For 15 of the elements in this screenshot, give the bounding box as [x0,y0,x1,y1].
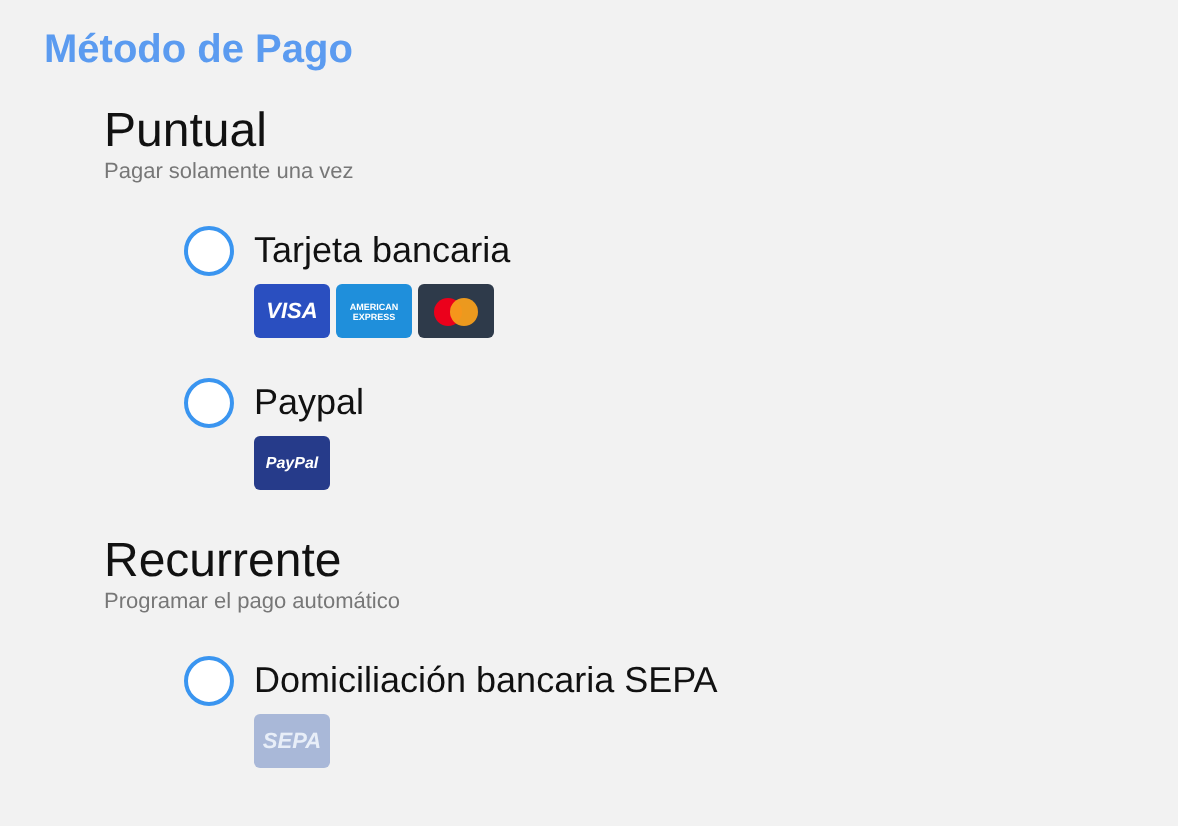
card-logo: SEPA [254,714,330,768]
section-subtitle: Pagar solamente una vez [104,160,356,186]
section-heading: Puntual [104,104,267,160]
option-label[interactable]: Tarjeta bancaria [254,230,511,272]
card-logo: VISA [254,284,330,338]
page-title: Método de Pago [44,26,355,76]
radio-button[interactable] [184,226,234,276]
option-label[interactable]: Paypal [254,382,365,424]
radio-button[interactable] [184,656,234,706]
section-heading: Recurrente [104,534,342,590]
option-label[interactable]: Domiciliación bancaria SEPA [254,660,718,702]
card-logo: PayPal [254,436,330,490]
radio-button[interactable] [184,378,234,428]
section-subtitle: Programar el pago automático [104,590,402,616]
card-logo-icon [418,284,494,338]
